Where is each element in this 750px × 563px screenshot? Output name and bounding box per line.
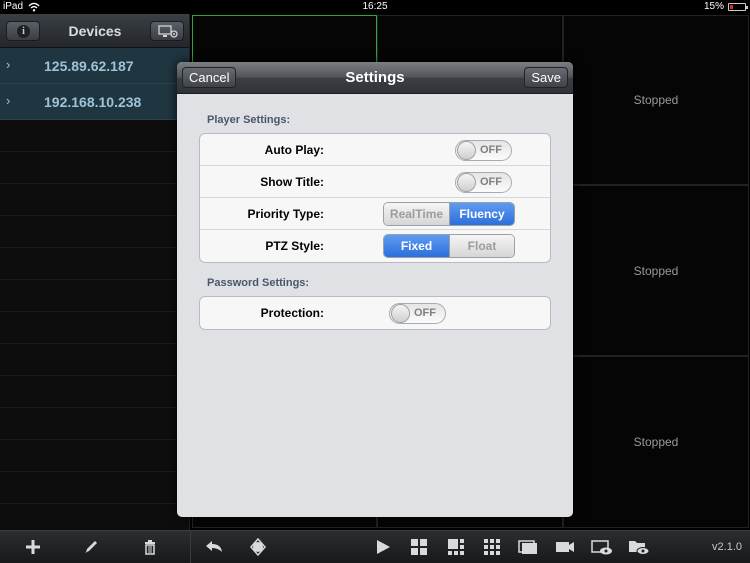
battery-percent: 15% xyxy=(703,1,724,12)
cell-status: Stopped xyxy=(633,435,679,449)
play-icon xyxy=(377,540,390,554)
empty-row xyxy=(0,408,189,440)
status-bar: iPad 16:25 15% xyxy=(0,0,750,14)
grid-2x2-icon xyxy=(411,539,427,555)
settings-header: Cancel Settings Save xyxy=(177,62,573,94)
save-button[interactable]: Save xyxy=(524,67,568,88)
devices-sidebar: i Devices › 125.89.62.187 › 192.168.10.2… xyxy=(0,14,190,530)
protection-label: Protection: xyxy=(260,306,324,320)
password-settings-group: Protection: OFF xyxy=(199,296,551,330)
device-ip: 125.89.62.187 xyxy=(44,58,134,74)
toggle-knob xyxy=(457,141,476,160)
cell-status: Stopped xyxy=(633,93,679,107)
toggle-state: OFF xyxy=(480,176,502,188)
add-device-button[interactable] xyxy=(22,537,44,557)
ptz-button[interactable] xyxy=(247,537,269,557)
show-title-label: Show Title: xyxy=(260,175,324,189)
empty-row xyxy=(0,376,189,408)
folder-view-button[interactable] xyxy=(628,537,650,557)
snapshot-button[interactable] xyxy=(591,537,613,557)
cell-status: Stopped xyxy=(633,263,679,278)
toolbar-divider xyxy=(190,531,191,563)
empty-row xyxy=(0,472,189,504)
protection-row: Protection: OFF xyxy=(200,297,550,329)
grid-3-icon xyxy=(448,539,464,555)
player-settings-group: Auto Play: OFF Show Title: OFF Priority … xyxy=(199,133,551,263)
video-cell[interactable]: Stopped xyxy=(563,15,749,185)
toggle-state: OFF xyxy=(414,307,436,319)
show-title-toggle[interactable]: OFF xyxy=(455,172,512,193)
empty-row xyxy=(0,280,189,312)
delete-device-button[interactable] xyxy=(139,537,161,557)
battery-icon xyxy=(728,3,748,11)
priority-type-label: Priority Type: xyxy=(247,207,324,221)
record-icon xyxy=(556,542,574,552)
ptz-style-row: PTZ Style: Fixed Float xyxy=(200,230,550,262)
snapshot-icon xyxy=(591,540,612,555)
toggle-state: OFF xyxy=(480,144,502,156)
single-view-button[interactable] xyxy=(517,537,539,557)
chevron-right-icon: › xyxy=(6,93,11,108)
record-button[interactable] xyxy=(554,537,576,557)
device-ip: 192.168.10.238 xyxy=(44,94,142,110)
auto-play-row: Auto Play: OFF xyxy=(200,134,550,166)
empty-row xyxy=(0,120,189,152)
monitor-gear-icon xyxy=(158,25,178,38)
ptz-float-option[interactable]: Float xyxy=(449,235,514,257)
chevron-right-icon: › xyxy=(6,57,11,72)
protection-toggle[interactable]: OFF xyxy=(389,303,446,324)
toggle-knob xyxy=(391,304,410,323)
show-title-row: Show Title: OFF xyxy=(200,166,550,198)
bottom-toolbar: v2.1.0 xyxy=(0,530,750,563)
plus-icon xyxy=(26,540,40,554)
auto-play-toggle[interactable]: OFF xyxy=(455,140,512,161)
video-cell[interactable]: Stopped xyxy=(563,356,749,528)
video-cell[interactable]: Stopped xyxy=(563,185,749,356)
auto-play-label: Auto Play: xyxy=(264,143,324,157)
edit-device-button[interactable] xyxy=(81,537,103,557)
empty-row xyxy=(0,152,189,184)
grid-3x3-icon xyxy=(484,539,500,555)
player-settings-heading: Player Settings: xyxy=(207,114,291,126)
layout-3x3-button[interactable] xyxy=(481,537,503,557)
pencil-icon xyxy=(85,541,97,553)
priority-realtime-option[interactable]: RealTime xyxy=(384,203,449,225)
toggle-knob xyxy=(457,173,476,192)
single-view-icon xyxy=(518,540,537,554)
empty-row xyxy=(0,184,189,216)
empty-row xyxy=(0,440,189,472)
sidebar-header: i Devices xyxy=(0,14,189,48)
settings-title: Settings xyxy=(345,69,405,86)
settings-dialog: Cancel Settings Save Player Settings: Au… xyxy=(177,62,573,517)
priority-type-row: Priority Type: RealTime Fluency xyxy=(200,198,550,230)
layout-3-button[interactable] xyxy=(445,537,467,557)
empty-row xyxy=(0,344,189,376)
empty-row xyxy=(0,216,189,248)
back-arrow-icon xyxy=(206,541,222,552)
ptz-icon xyxy=(250,537,266,557)
device-row[interactable]: › 192.168.10.238 xyxy=(0,84,189,120)
play-button[interactable] xyxy=(372,537,394,557)
back-button[interactable] xyxy=(203,537,225,557)
password-settings-heading: Password Settings: xyxy=(207,277,310,289)
layout-2x2-button[interactable] xyxy=(408,537,430,557)
ptz-style-label: PTZ Style: xyxy=(265,239,324,253)
folder-view-icon xyxy=(629,541,650,555)
device-settings-button[interactable] xyxy=(150,21,184,41)
app-version: v2.1.0 xyxy=(712,541,742,553)
ptz-style-segmented: Fixed Float xyxy=(383,234,515,258)
empty-row xyxy=(0,312,189,344)
empty-row xyxy=(0,248,189,280)
ptz-fixed-option[interactable]: Fixed xyxy=(384,235,449,257)
priority-type-segmented: RealTime Fluency xyxy=(383,202,515,226)
priority-fluency-option[interactable]: Fluency xyxy=(449,203,514,225)
clock: 16:25 xyxy=(362,1,388,12)
trash-icon xyxy=(145,540,155,555)
device-row[interactable]: › 125.89.62.187 xyxy=(0,48,189,84)
